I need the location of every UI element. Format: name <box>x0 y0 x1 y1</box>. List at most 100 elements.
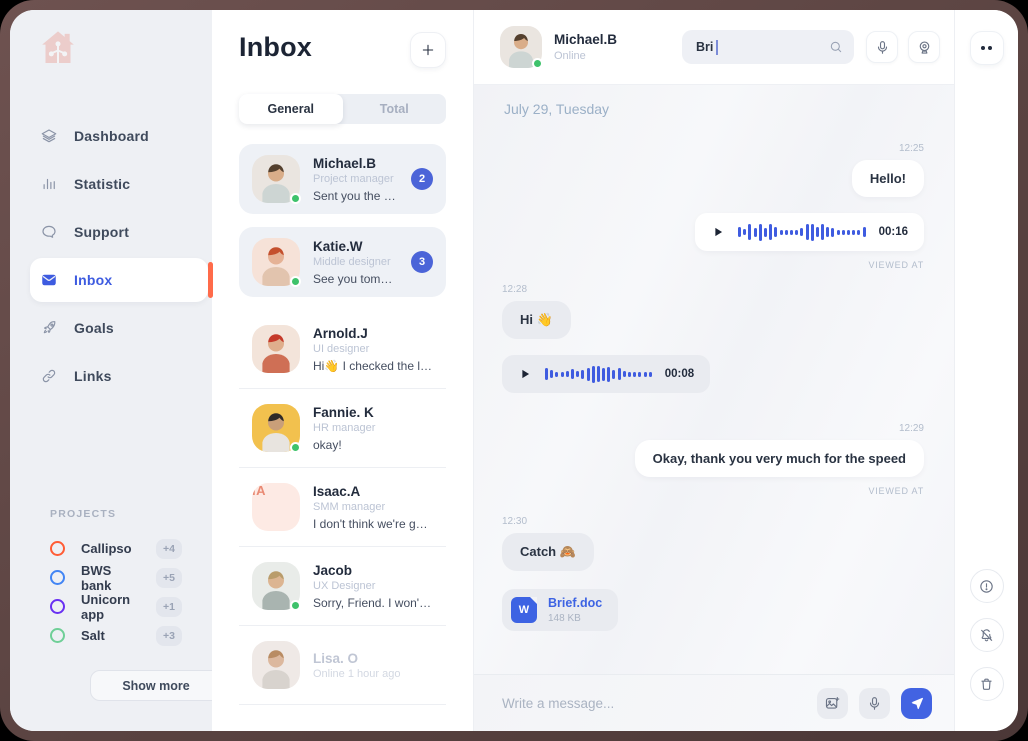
sidebar-item-dashboard[interactable]: Dashboard <box>10 112 212 160</box>
file-attachment[interactable]: W Brief.doc148 KB <box>502 589 618 631</box>
chat-panel: Michael.B Online Bri July 29, Tuesday 12… <box>473 10 954 731</box>
device-frame: DashboardStatistic Support Inbox Goals Links… <box>0 0 1028 741</box>
rocket-icon <box>40 319 58 337</box>
online-status-dot <box>290 276 301 287</box>
conversation-info: Lisa. OOnline 1 hour ago <box>313 651 400 680</box>
more-dots-icon <box>988 46 992 50</box>
mic-icon <box>866 695 883 712</box>
plus-icon <box>420 42 436 58</box>
mic-icon <box>874 39 891 56</box>
file-info: Brief.doc148 KB <box>548 596 602 624</box>
chat-search-input[interactable]: Bri <box>682 30 854 64</box>
trash-icon <box>978 676 995 693</box>
project-color-ring <box>50 541 65 556</box>
avatar <box>252 325 300 373</box>
project-item-callipso[interactable]: Callipso+4 <box>50 534 182 563</box>
project-color-ring <box>50 599 65 614</box>
show-more-button[interactable]: Show more <box>90 670 222 701</box>
conversation-info: Isaac.ASMM managerI don't think we're go… <box>313 484 433 531</box>
message-preview: okay! <box>313 438 375 452</box>
text-caret <box>716 40 718 55</box>
peer-avatar <box>500 26 542 68</box>
conversation-item[interactable]: Lisa. OOnline 1 hour ago <box>239 626 446 705</box>
voice-call-button[interactable] <box>866 31 898 63</box>
peer-name: Michael.B <box>554 32 617 47</box>
doc-file-icon: W <box>511 597 537 623</box>
contact-name: Lisa. O <box>313 651 400 666</box>
message-preview: Sent you the file <box>313 189 398 203</box>
project-item-bws-bank[interactable]: BWS bank+5 <box>50 563 182 592</box>
play-button[interactable] <box>518 367 532 381</box>
image-add-icon <box>824 695 841 712</box>
mute-notifications-button[interactable] <box>970 618 1004 652</box>
inbox-header: Inbox <box>239 32 446 68</box>
contact-name: Fannie. K <box>313 405 375 420</box>
project-item-salt[interactable]: Salt+3 <box>50 621 182 650</box>
contact-role: Middle designer <box>313 256 398 268</box>
unread-count-badge: 2 <box>411 168 433 190</box>
avatar <box>252 641 300 689</box>
contact-role: SMM manager <box>313 501 433 513</box>
sidebar-item-goals[interactable]: Goals <box>10 304 212 352</box>
avatar-image <box>252 641 300 689</box>
project-name: Salt <box>81 628 105 643</box>
message-row: W Brief.doc148 KB <box>502 571 618 631</box>
message-preview: See you tomorrow... <box>313 272 398 286</box>
conversation-item[interactable]: IAIsaac.ASMM managerI don't think we're … <box>239 468 446 547</box>
send-button[interactable] <box>901 688 932 719</box>
link-icon <box>40 367 58 385</box>
text-message-bubble: Hello! <box>852 160 924 197</box>
tab-label: General <box>267 102 314 116</box>
conversation-item[interactable]: Arnold.JUI designerHi👋 I checked the lay… <box>239 310 446 389</box>
sidebar-item-links[interactable]: Links <box>10 352 212 400</box>
inbox-panel: Inbox General Total Michael.BProject mana… <box>212 10 473 731</box>
online-status-dot <box>532 58 543 69</box>
tab-general[interactable]: General <box>239 94 343 124</box>
message-time: 12:25 <box>852 143 924 154</box>
active-indicator <box>208 262 213 298</box>
new-chat-button[interactable] <box>410 32 446 68</box>
message-input[interactable] <box>502 696 806 711</box>
delete-chat-button[interactable] <box>970 667 1004 701</box>
more-dots-icon <box>981 46 985 50</box>
contact-role: UX Designer <box>313 580 433 592</box>
contact-name: Jacob <box>313 563 433 578</box>
contact-name: Isaac.A <box>313 484 433 499</box>
conversation-item[interactable]: JacobUX DesignerSorry, Friend. I won't d… <box>239 547 446 626</box>
audio-message-bubble: 00:08 <box>502 355 710 393</box>
chat-info-button[interactable] <box>970 569 1004 603</box>
project-item-unicorn-app[interactable]: Unicorn app+1 <box>50 592 182 621</box>
play-button[interactable] <box>711 225 725 239</box>
sidebar-item-statistic[interactable]: Statistic <box>10 160 212 208</box>
tab-total[interactable]: Total <box>343 94 447 124</box>
page-title: Inbox <box>239 32 312 63</box>
message-row: 12:28Hi 👋 <box>502 270 571 339</box>
more-options-button[interactable] <box>970 31 1004 65</box>
sidebar-item-label: Inbox <box>74 272 112 288</box>
text-message-bubble: Catch 🙈 <box>502 533 594 571</box>
video-call-button[interactable] <box>908 31 940 63</box>
sidebar-item-label: Support <box>74 224 129 240</box>
conversation-list: Michael.BProject managerSent you the fil… <box>239 144 446 731</box>
conversation-item[interactable]: Michael.BProject managerSent you the fil… <box>239 144 446 214</box>
sidebar-item-support[interactable]: Support <box>10 208 212 256</box>
attach-image-button[interactable] <box>817 688 848 719</box>
sidebar-item-inbox[interactable]: Inbox <box>30 258 208 302</box>
avatar <box>252 155 300 203</box>
message-time: 12:29 <box>635 423 924 434</box>
avatar-image <box>252 325 300 373</box>
conversation-item[interactable]: Fannie. K HR manager okay! <box>239 389 446 468</box>
contact-role: HR manager <box>313 422 375 434</box>
message-stream: 12:25Hello!00:16VIEWED AT12:28Hi 👋00:081… <box>502 117 924 631</box>
online-status-dot <box>290 442 301 453</box>
chat-messages: July 29, Tuesday 12:25Hello!00:16VIEWED … <box>474 85 954 674</box>
audio-waveform <box>545 366 652 383</box>
layers-icon <box>40 127 58 145</box>
record-voice-button[interactable] <box>859 688 890 719</box>
audio-message-bubble: 00:16 <box>695 213 924 251</box>
file-name: Brief.doc <box>548 596 602 610</box>
conversation-item[interactable]: Katie.WMiddle designerSee you tomorrow..… <box>239 227 446 297</box>
project-count-badge: +1 <box>156 597 182 617</box>
project-list: Callipso+4BWS bank+5Unicorn app+1Salt+3 <box>50 534 182 650</box>
sidebar-item-label: Goals <box>74 320 114 336</box>
